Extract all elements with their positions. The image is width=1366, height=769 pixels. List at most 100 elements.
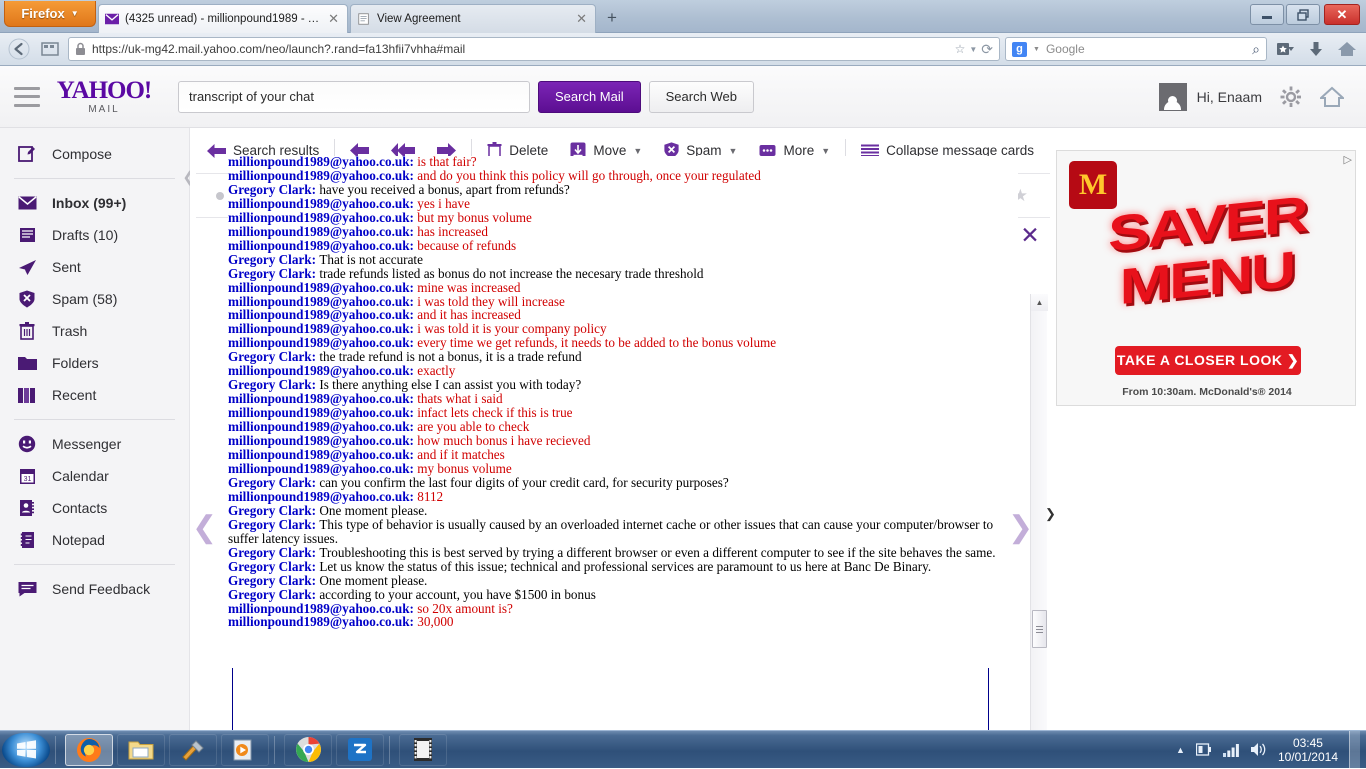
new-tab-button[interactable]: + <box>600 8 624 30</box>
chat-line-text: 8112 <box>417 489 443 504</box>
sidebar-item-send-feedback[interactable]: Send Feedback <box>0 573 189 605</box>
close-window-button[interactable]: ✕ <box>1324 4 1360 25</box>
scrollbar-thumb[interactable] <box>1032 610 1047 648</box>
taskbar-video-button[interactable] <box>399 734 447 766</box>
sidebar-item-contacts[interactable]: Contacts <box>0 492 189 524</box>
volume-icon[interactable] <box>1250 742 1267 757</box>
books-icon <box>16 385 38 405</box>
chat-line-text: exactly <box>417 363 455 378</box>
scroll-up-button[interactable]: ▲ <box>1031 294 1048 311</box>
mcdonalds-ad[interactable]: SAVER MENU M ▷ TAKE A CLOSER LOOK ❯ From… <box>1056 150 1356 406</box>
show-desktop-button[interactable] <box>1349 731 1360 769</box>
yahoo-mail-logo[interactable]: YAHOO! MAIL <box>52 78 156 115</box>
home-icon[interactable] <box>1320 86 1344 108</box>
firefox-icon <box>75 736 103 764</box>
chat-line-text: the trade refund is not a bonus, it is a… <box>319 349 581 364</box>
sidebar-item-recent[interactable]: Recent <box>0 379 189 411</box>
url-text: https://uk-mg42.mail.yahoo.com/neo/launc… <box>92 42 949 56</box>
chat-line-text: and if it matches <box>417 447 505 462</box>
sidebar-item-spam[interactable]: Spam (58) <box>0 283 189 315</box>
system-tray: ▲ 03:45 10/01/2014 <box>1176 731 1366 769</box>
ad-choices-icon[interactable]: ▷ <box>1344 153 1352 166</box>
mail-icon <box>105 13 119 25</box>
advertisement-panel[interactable]: SAVER MENU M ▷ TAKE A CLOSER LOOK ❯ From… <box>1056 150 1356 406</box>
mail-search-input[interactable]: transcript of your chat <box>178 81 530 113</box>
taskbar-clock[interactable]: 03:45 10/01/2014 <box>1278 736 1338 764</box>
ad-cta-button[interactable]: TAKE A CLOSER LOOK ❯ <box>1115 346 1301 375</box>
chat-line: millionpound1989@yahoo.co.uk: 30,000 <box>228 615 1018 629</box>
search-icon[interactable]: ⌕ <box>1252 41 1260 58</box>
search-mail-button[interactable]: Search Mail <box>538 81 641 113</box>
minimize-button[interactable] <box>1250 4 1284 25</box>
chat-line-sender: millionpound1989@yahoo.co.uk: <box>228 461 417 476</box>
chat-line-text: and it has increased <box>417 307 521 322</box>
chat-line: Gregory Clark: the trade refund is not a… <box>228 350 1018 364</box>
page-icon <box>357 13 371 25</box>
browser-tab-agreement[interactable]: View Agreement ✕ <box>350 4 596 33</box>
sidebar-item-label: Spam (58) <box>52 291 117 307</box>
bookmark-star-icon[interactable]: ☆ <box>955 42 966 56</box>
close-icon[interactable]: ✕ <box>574 11 589 27</box>
chat-line: millionpound1989@yahoo.co.uk: so 20x amo… <box>228 602 1018 616</box>
chat-line: Gregory Clark: can you confirm the last … <box>228 476 1018 490</box>
sidebar-item-trash[interactable]: Trash <box>0 315 189 347</box>
user-greeting[interactable]: Hi, Enaam <box>1197 89 1262 105</box>
bookmarks-menu-button[interactable] <box>1272 36 1298 62</box>
taskbar-tools-button[interactable] <box>169 734 217 766</box>
taskbar-chrome-button[interactable] <box>284 734 332 766</box>
taskbar-sync-button[interactable] <box>336 734 384 766</box>
taskbar-firefox-button[interactable] <box>65 734 113 766</box>
search-web-button[interactable]: Search Web <box>649 81 754 113</box>
sidebar-item-compose[interactable]: Compose <box>0 138 189 170</box>
battery-icon[interactable] <box>1196 742 1212 757</box>
browser-search-box[interactable]: g ▼ Google ⌕ <box>1005 37 1267 61</box>
reload-icon[interactable]: ⟳ <box>981 41 993 58</box>
smiley-icon <box>16 434 38 454</box>
chat-line: millionpound1989@yahoo.co.uk: and do you… <box>228 169 1018 183</box>
chat-line-text: 30,000 <box>417 614 453 629</box>
home-button[interactable] <box>1334 36 1360 62</box>
divider <box>14 419 175 420</box>
message-scrollbar[interactable]: ▲ ▼ <box>1030 294 1047 730</box>
downloads-button[interactable] <box>1303 36 1329 62</box>
show-hidden-icons-button[interactable]: ▲ <box>1176 745 1185 755</box>
firefox-menu-label: Firefox <box>21 6 64 21</box>
taskbar-file-explorer-button[interactable] <box>117 734 165 766</box>
browser-tab-title: (4325 unread) - millionpound1989 - Y... <box>125 13 320 25</box>
chat-line-text: i was told it is your company policy <box>417 321 606 336</box>
avatar[interactable] <box>1159 83 1187 111</box>
chevron-down-icon[interactable]: ▼ <box>1033 46 1040 53</box>
back-button[interactable] <box>6 36 32 62</box>
browser-tab-mail[interactable]: (4325 unread) - millionpound1989 - Y... … <box>98 4 348 33</box>
sidebar-item-sent[interactable]: Sent <box>0 251 189 283</box>
sidebar-item-calendar[interactable]: 31 Calendar <box>0 460 189 492</box>
close-icon[interactable]: ✕ <box>326 11 341 27</box>
divider <box>14 564 175 565</box>
history-button[interactable] <box>37 36 63 62</box>
gear-icon[interactable] <box>1280 86 1302 108</box>
sidebar-item-messenger[interactable]: Messenger <box>0 428 189 460</box>
chevron-down-icon[interactable]: ▼ <box>969 45 977 54</box>
start-orb-icon[interactable] <box>2 733 50 767</box>
firefox-menu-button[interactable]: Firefox ▼ <box>4 1 96 27</box>
hamburger-menu-icon[interactable] <box>14 87 40 107</box>
chat-line: millionpound1989@yahoo.co.uk: exactly <box>228 364 1018 378</box>
sidebar-item-folders[interactable]: Folders <box>0 347 189 379</box>
chat-line-text: yes i have <box>417 196 470 211</box>
read-status-dot[interactable] <box>216 192 224 200</box>
chat-line-text: One moment please. <box>319 503 427 518</box>
maximize-button[interactable] <box>1286 4 1320 25</box>
taskbar-media-player-button[interactable] <box>221 734 269 766</box>
sidebar-item-notepad[interactable]: Notepad <box>0 524 189 556</box>
chat-line-sender: millionpound1989@yahoo.co.uk: <box>228 307 417 322</box>
url-bar[interactable]: https://uk-mg42.mail.yahoo.com/neo/launc… <box>68 37 1000 61</box>
chat-line-sender: millionpound1989@yahoo.co.uk: <box>228 601 417 616</box>
sidebar-item-inbox[interactable]: Inbox (99+) <box>0 187 189 219</box>
previous-message-button[interactable]: ❮ <box>192 510 217 545</box>
sidebar-item-drafts[interactable]: Drafts (10) <box>0 219 189 251</box>
network-icon[interactable] <box>1223 743 1239 757</box>
divider <box>55 736 56 764</box>
chat-line-sender: millionpound1989@yahoo.co.uk: <box>228 210 417 225</box>
close-icon[interactable]: ✕ <box>1018 223 1042 247</box>
trash-icon <box>16 321 38 341</box>
